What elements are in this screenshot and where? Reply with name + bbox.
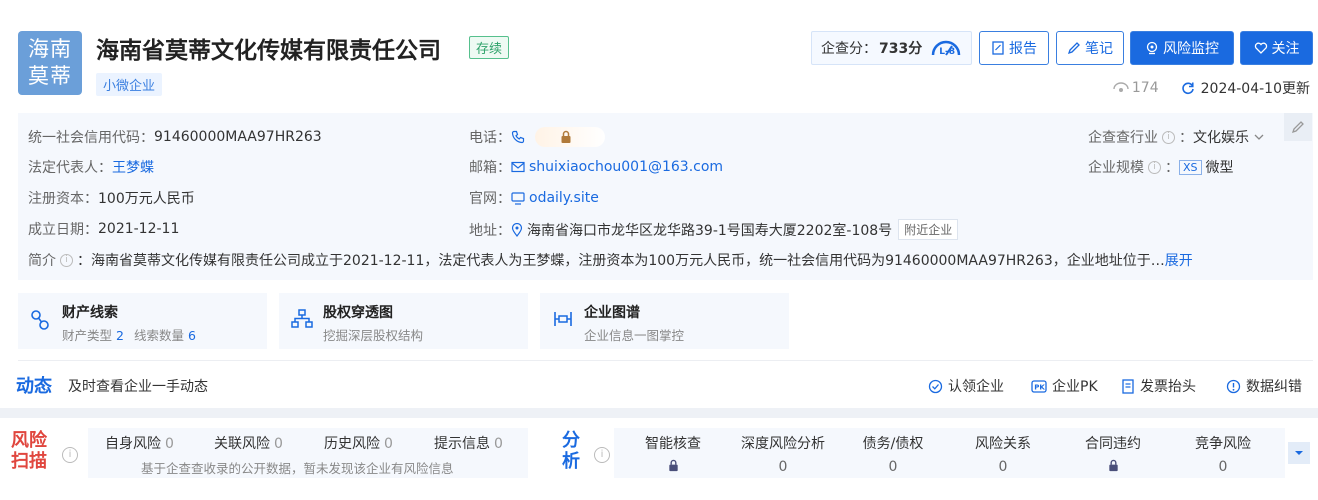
tile-company-graph[interactable]: 企业图谱 企业信息一图掌控 (540, 293, 789, 349)
risk-scan-box: 自身风险 0 关联风险 0 历史风险 0 提示信息 0 基于企查查收录的公开数据，暂未发… (88, 428, 528, 478)
email-row: 邮箱： shuixiaochou001@163.com (469, 159, 724, 176)
expand-link[interactable]: 展开 (1165, 250, 1193, 270)
eye-icon (1113, 82, 1129, 92)
risk-item-self[interactable]: 自身风险 0 (105, 433, 174, 453)
svg-text:PK: PK (1034, 383, 1045, 391)
analysis-item-risk-relation[interactable]: 风险关系 0 (948, 433, 1058, 475)
correction-icon (1226, 379, 1241, 393)
risk-note: 基于企查查收录的公开数据，暂未发现该企业有风险信息 (141, 461, 454, 476)
capital-row: 注册资本： 100万元人民币 (28, 191, 195, 207)
phone-icon (511, 130, 525, 144)
dynamics-title: 动态 (16, 376, 52, 397)
email-icon (511, 161, 525, 173)
company-pk-button[interactable]: PK 企业PK (1031, 376, 1098, 396)
data-correction-button[interactable]: 数据纠错 (1226, 376, 1302, 396)
score-level: L-8 (939, 47, 955, 57)
nearby-companies-button[interactable]: 附近企业 (898, 219, 959, 240)
view-count: 174 (1131, 80, 1159, 96)
dynamics-subtitle: 及时查看企业一手动态 (68, 379, 208, 395)
analysis-item-debt[interactable]: 债务/债权 0 (838, 433, 948, 475)
link-chain-icon (31, 310, 49, 330)
claim-company-button[interactable]: 认领企业 (928, 376, 1004, 396)
heart-icon (1254, 42, 1267, 54)
risk-item-history[interactable]: 历史风险 0 (324, 433, 393, 453)
notes-button[interactable]: 笔记 (1056, 31, 1124, 65)
intro-text: ：海南省莫蒂文化传媒有限责任公司成立于2021-12-11，法定代表人为王梦蝶，… (77, 253, 1165, 269)
analysis-item-contract-breach[interactable]: 合同违约 (1058, 433, 1168, 476)
risk-monitor-button[interactable]: 风险监控 (1130, 31, 1234, 65)
invoice-title-button[interactable]: 发票抬头 (1121, 376, 1196, 396)
company-type-tag[interactable]: 小微企业 (96, 73, 163, 96)
industry-row: 企查查行业 i ： 文化娱乐 (1088, 127, 1265, 147)
company-header-card: 海南 莫蒂 海南省莫蒂文化传媒有限责任公司 存续 小微企业 企查分： 733分 … (0, 0, 1318, 408)
lock-icon (561, 130, 571, 143)
company-logo: 海南 莫蒂 (18, 31, 82, 95)
document-icon (992, 41, 1004, 55)
monitor-icon (1146, 41, 1158, 55)
caret-down-icon (1295, 451, 1303, 455)
tile-equity-penetration[interactable]: 股权穿透图 挖掘深层股权结构 (279, 293, 528, 349)
website-row: 官网： odaily.site (469, 190, 599, 207)
edit-button[interactable] (1284, 113, 1312, 141)
info-icon[interactable]: i (60, 253, 73, 267)
risk-item-related[interactable]: 关联风险 0 (214, 433, 283, 453)
legal-rep-link[interactable]: 王梦蝶 (112, 157, 154, 177)
company-score[interactable]: 企查分： 733分 L-8 (811, 31, 972, 65)
divider (18, 360, 1313, 361)
info-icon[interactable]: i (62, 447, 78, 463)
info-icon[interactable]: i (1148, 160, 1161, 174)
address-row: 地址： 海南省海口市龙华区龙华路39-1号国寿大厦2202室-108号 附近企业 (469, 219, 959, 240)
founded-row: 成立日期： 2021-12-11 (28, 221, 180, 238)
meta-row: 174 2024-04-10更新 (1113, 78, 1310, 98)
address-text[interactable]: 海南省海口市龙华区龙华路39-1号国寿大厦2202室-108号 (527, 220, 892, 240)
company-name: 海南省莫蒂文化传媒有限责任公司 (96, 38, 441, 64)
scale-badge: XS (1179, 159, 1202, 175)
analysis-item-competition[interactable]: 竞争风险 0 (1168, 433, 1278, 475)
phone-row: 电话： (469, 127, 605, 147)
graph-icon (554, 312, 572, 326)
pk-icon: PK (1031, 379, 1047, 393)
pencil-icon (1067, 42, 1080, 55)
edit-icon (1291, 121, 1304, 134)
intro-row: 简介 i ：海南省莫蒂文化传媒有限责任公司成立于2021-12-11，法定代表人… (28, 250, 1193, 270)
chevron-down-icon[interactable] (1253, 132, 1265, 142)
location-pin-icon (511, 222, 523, 237)
credit-code-row: 统一社会信用代码： 91460000MAA97HR263 (28, 129, 322, 146)
analysis-item-deep-risk[interactable]: 深度风险分析 0 (728, 433, 838, 475)
refresh-icon[interactable] (1181, 81, 1195, 95)
status-badge: 存续 (469, 36, 510, 59)
analysis-box: 智能核查 深度风险分析 0 债务/债权 0 风险关系 0 合同违约 竞争风险 0 (614, 428, 1285, 478)
report-button[interactable]: 报告 (979, 31, 1049, 65)
info-icon[interactable]: i (1162, 130, 1175, 144)
email-link[interactable]: shuixiaochou001@163.com (529, 159, 723, 175)
expand-analysis-button[interactable] (1288, 442, 1310, 464)
monitor-screen-icon (511, 191, 525, 205)
org-chart-icon (291, 309, 313, 328)
lock-icon (1108, 459, 1118, 472)
credit-code[interactable]: 91460000MAA97HR263 (154, 129, 322, 145)
analysis-logo: 分 析 (562, 430, 580, 472)
score-level-gauge-icon: L-8 (930, 37, 962, 59)
legal-rep-row: 法定代表人： 王梦蝶 (28, 157, 154, 177)
info-icon[interactable]: i (594, 447, 610, 463)
website-link[interactable]: odaily.site (529, 190, 599, 206)
lock-icon (668, 459, 678, 472)
tile-property-clues[interactable]: 财产线索 财产类型 2 线索数量 6 (18, 293, 267, 349)
scale-row: 企业规模 i ： XS 微型 (1088, 159, 1234, 176)
invoice-icon (1122, 378, 1134, 394)
follow-button[interactable]: 关注 (1240, 31, 1313, 65)
risk-item-notice[interactable]: 提示信息 0 (434, 433, 503, 453)
vip-locked-field[interactable] (535, 127, 605, 147)
industry-value[interactable]: 文化娱乐 (1193, 127, 1249, 147)
analysis-item-smart-check[interactable]: 智能核查 (618, 433, 728, 476)
update-date: 2024-04-10更新 (1200, 81, 1310, 97)
risk-scan-logo: 风险 扫描 (11, 430, 47, 472)
badge-check-icon (928, 379, 943, 393)
